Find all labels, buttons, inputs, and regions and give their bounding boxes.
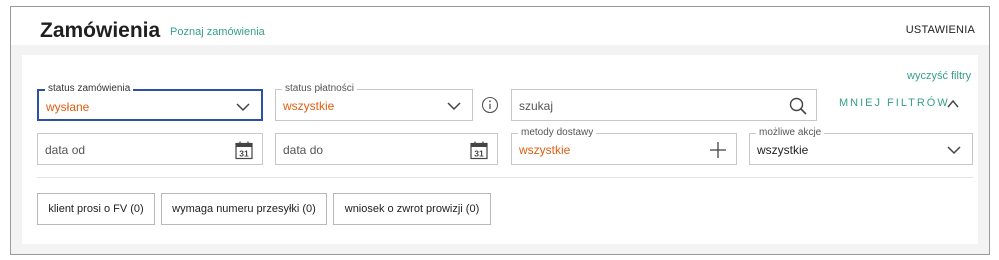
payment-status-label: status płatności	[282, 82, 357, 96]
calendar-day: 31	[474, 149, 484, 159]
clear-filters-link[interactable]: wyczyść filtry	[907, 70, 971, 82]
search-icon[interactable]	[788, 96, 808, 116]
calendar-icon[interactable]: 31	[469, 140, 489, 160]
chip-requires-tracking-number[interactable]: wymaga numeru przesyłki (0)	[161, 193, 327, 225]
chevron-down-icon	[947, 146, 961, 155]
page-title: Zamówienia	[40, 19, 161, 42]
calendar-day: 31	[239, 149, 249, 159]
divider	[37, 177, 973, 178]
delivery-methods-field[interactable]: metody dostawy wszystkie	[511, 126, 737, 165]
chip-commission-refund-request[interactable]: wniosek o zwrot prowizji (0)	[333, 193, 491, 225]
search-input[interactable]: szukaj	[519, 99, 553, 113]
chip-client-requests-invoice[interactable]: klient prosi o FV (0)	[37, 193, 155, 225]
date-to-input[interactable]: data do	[283, 143, 323, 157]
order-status-value: wysłane	[46, 100, 90, 114]
chevron-down-icon	[236, 103, 250, 112]
order-status-select[interactable]: status zamówienia wysłane	[37, 82, 263, 121]
date-to-field[interactable]: data do 31	[275, 133, 498, 165]
delivery-methods-label: metody dostawy	[518, 126, 597, 140]
plus-icon[interactable]	[708, 140, 728, 160]
payment-status-select[interactable]: status płatności wszystkie	[275, 82, 473, 121]
date-from-field[interactable]: data od 31	[37, 133, 263, 165]
learn-orders-link[interactable]: Poznaj zamówienia	[170, 26, 265, 38]
order-status-label: status zamówienia	[45, 82, 134, 96]
less-filters-toggle[interactable]: MNIEJ FILTRÓW	[839, 97, 959, 109]
possible-actions-label: możliwe akcje	[756, 126, 825, 140]
payment-status-value: wszystkie	[283, 99, 335, 113]
less-filters-label: MNIEJ FILTRÓW	[839, 97, 950, 109]
chevron-down-icon	[447, 102, 461, 111]
possible-actions-value: wszystkie	[757, 143, 809, 157]
chevron-up-icon	[947, 99, 959, 108]
info-icon[interactable]	[481, 96, 499, 114]
settings-link[interactable]: USTAWIENIA	[906, 24, 975, 36]
possible-actions-select[interactable]: możliwe akcje wszystkie	[749, 126, 973, 165]
search-field[interactable]: szukaj	[511, 89, 817, 121]
page-header: Zamówienia Poznaj zamówienia USTAWIENIA	[11, 7, 989, 45]
date-from-input[interactable]: data od	[45, 143, 85, 157]
calendar-icon[interactable]: 31	[234, 140, 254, 160]
delivery-methods-value: wszystkie	[519, 143, 571, 157]
